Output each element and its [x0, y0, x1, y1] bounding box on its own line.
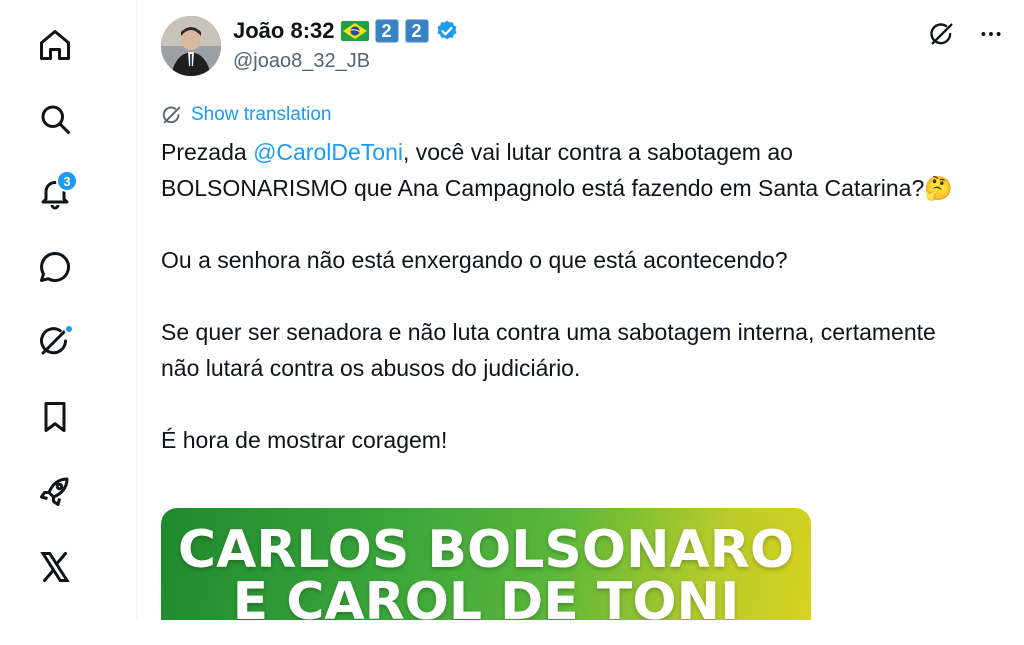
- avatar[interactable]: [161, 16, 221, 76]
- verified-badge-icon: [437, 20, 456, 40]
- number-two-badge: 2: [374, 19, 399, 43]
- mention-link[interactable]: @CarolDeToni: [253, 139, 403, 165]
- nav-grok[interactable]: [30, 316, 80, 366]
- tweet-text-segment: Prezada: [161, 139, 254, 165]
- user-handle[interactable]: @joao8_32_JB: [233, 50, 370, 73]
- tweet-paragraph: Se quer ser senadora e não luta contra u…: [161, 319, 936, 381]
- grok-explain-button[interactable]: [928, 20, 956, 48]
- chat-bubble-icon: [40, 252, 70, 282]
- nav-messages[interactable]: [30, 242, 80, 292]
- search-icon: [41, 105, 70, 134]
- tweet-text: Prezada @CarolDeToni, você vai lutar con…: [161, 134, 961, 494]
- media-caption-line: E CAROL DE TONI: [232, 572, 740, 620]
- grok-new-dot: [64, 324, 74, 334]
- nav-x-home[interactable]: [30, 542, 80, 592]
- grok-icon: [930, 23, 953, 45]
- nav-premium[interactable]: [30, 466, 80, 516]
- avatar-photo: [161, 16, 221, 76]
- nav-home[interactable]: [30, 20, 80, 70]
- tweet-paragraph: É hora de mostrar coragem!: [161, 427, 448, 453]
- display-name[interactable]: João 8:32: [233, 18, 335, 44]
- nav-explore[interactable]: [30, 94, 80, 144]
- sidebar-nav: 3: [0, 0, 137, 620]
- x-logo-icon: [40, 552, 70, 582]
- bookmark-icon: [44, 402, 66, 432]
- brazil-flag-icon: [340, 21, 369, 41]
- grok-icon: [162, 106, 181, 124]
- nav-bookmarks[interactable]: [30, 392, 80, 442]
- notification-count-badge: 3: [56, 170, 78, 192]
- author-name-row: João 8:32 2 2: [233, 18, 459, 44]
- number-two-badge: 2: [404, 19, 429, 43]
- show-translation-link[interactable]: Show translation: [161, 104, 331, 126]
- tweet-paragraph: Ou a senhora não está enxergando o que e…: [161, 247, 788, 273]
- home-icon: [40, 30, 70, 60]
- rocket-icon: [40, 477, 69, 506]
- media-caption-line: CARLOS BOLSONARO: [177, 520, 795, 580]
- tweet-paragraph: Prezada @CarolDeToni, você vai lutar con…: [161, 134, 961, 206]
- more-horizontal-icon: [981, 32, 1001, 36]
- tweet-top-actions: [928, 20, 1004, 48]
- more-options-button[interactable]: [978, 21, 1004, 47]
- tweet: João 8:32 2 2 @joao8_32_JB Show translat…: [137, 0, 1024, 620]
- nav-notifications[interactable]: 3: [30, 168, 80, 218]
- show-translation-label: Show translation: [191, 104, 332, 125]
- tweet-media-image[interactable]: CARLOS BOLSONARO E CAROL DE TONI: [161, 508, 811, 620]
